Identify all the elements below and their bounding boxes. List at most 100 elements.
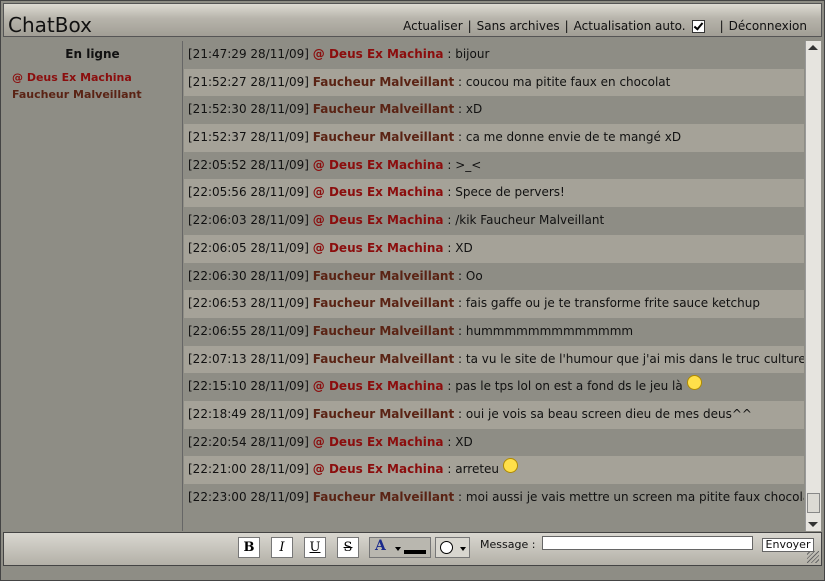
message-row: [22:07:13 28/11/09] Faucheur Malveillant… xyxy=(184,345,804,374)
message-text: ca me donne envie de te mangé xD xyxy=(465,130,682,145)
message-text: hummmmmmmmmmmmm xyxy=(465,323,634,338)
message-time: [21:52:30 28/11/09] xyxy=(188,102,309,117)
message-row: [22:06:05 28/11/09] @ Deus Ex Machina : … xyxy=(184,234,804,263)
message-separator: : xyxy=(458,268,463,283)
message-text: pas le tps lol on est a fond ds le jeu l… xyxy=(455,379,683,394)
refresh-link[interactable]: Actualiser xyxy=(403,19,463,33)
message-nick[interactable]: Faucheur Malveillant xyxy=(313,269,454,283)
message-row: [21:52:30 28/11/09] Faucheur Malveillant… xyxy=(184,96,804,125)
online-user[interactable]: @ Deus Ex Machina xyxy=(12,69,182,86)
message-separator: : xyxy=(447,157,452,172)
message-nick[interactable]: Faucheur Malveillant xyxy=(313,102,454,116)
message-nick[interactable]: Faucheur Malveillant xyxy=(313,352,454,366)
header-bar: ChatBox Actualiser | Sans archives | Act… xyxy=(3,3,822,37)
message-nick[interactable]: @ Deus Ex Machina xyxy=(313,435,444,449)
message-time: [22:18:49 28/11/09] xyxy=(188,406,309,421)
message-row: [22:06:03 28/11/09] @ Deus Ex Machina : … xyxy=(184,207,804,235)
message-row: [22:05:52 28/11/09] @ Deus Ex Machina : … xyxy=(184,151,804,180)
message-row: [21:47:29 28/11/09] @ Deus Ex Machina : … xyxy=(184,41,804,69)
message-nick[interactable]: @ Deus Ex Machina xyxy=(313,185,444,199)
send-button[interactable]: Envoyer xyxy=(762,538,814,552)
app-title: ChatBox xyxy=(8,13,92,37)
italic-button[interactable]: I xyxy=(271,537,293,558)
message-separator: : xyxy=(458,323,463,338)
message-separator: : xyxy=(458,351,463,366)
message-row: [22:23:00 28/11/09] Faucheur Malveillant… xyxy=(184,484,804,512)
nav-separator: | xyxy=(719,19,724,33)
chatbox-window: ChatBox Actualiser | Sans archives | Act… xyxy=(0,0,825,581)
message-time: [21:47:29 28/11/09] xyxy=(188,47,309,61)
message-nick[interactable]: @ Deus Ex Machina xyxy=(313,241,444,255)
chevron-down-icon xyxy=(460,547,466,551)
message-nick[interactable]: Faucheur Malveillant xyxy=(313,324,454,338)
message-text: arreteu xyxy=(455,462,500,477)
scroll-down-icon[interactable] xyxy=(808,522,818,527)
message-text: Oo xyxy=(465,268,483,283)
scroll-up-icon[interactable] xyxy=(808,45,818,50)
message-separator: : xyxy=(447,379,452,394)
message-row: [22:05:56 28/11/09] @ Deus Ex Machina : … xyxy=(184,179,804,208)
auto-refresh-checkbox[interactable] xyxy=(691,19,705,33)
resize-grip-icon[interactable] xyxy=(807,551,819,563)
message-nick[interactable]: Faucheur Malveillant xyxy=(313,75,454,89)
message-text: moi aussi je vais mettre un screen ma pi… xyxy=(465,490,804,504)
message-nick[interactable]: Faucheur Malveillant xyxy=(313,490,454,504)
message-scrollbar[interactable] xyxy=(805,41,821,531)
message-text: xD xyxy=(465,102,483,117)
message-time: [22:07:13 28/11/09] xyxy=(188,351,309,366)
message-time: [22:06:30 28/11/09] xyxy=(188,268,309,283)
message-separator: : xyxy=(458,490,463,504)
message-separator: : xyxy=(458,406,463,421)
online-users-panel: En ligne @ Deus Ex Machina Faucheur Malv… xyxy=(3,41,183,531)
text-color-button[interactable]: A xyxy=(369,537,431,558)
chevron-down-icon xyxy=(395,547,401,551)
message-row: [22:06:30 28/11/09] Faucheur Malveillant… xyxy=(184,262,804,291)
laugh-icon xyxy=(503,458,519,474)
message-separator: : xyxy=(458,102,463,117)
message-nick[interactable]: @ Deus Ex Machina xyxy=(313,462,444,476)
message-nick[interactable]: @ Deus Ex Machina xyxy=(313,47,444,61)
logout-link[interactable]: Déconnexion xyxy=(729,19,807,33)
message-time: [22:06:05 28/11/09] xyxy=(188,240,309,255)
message-nick[interactable]: Faucheur Malveillant xyxy=(313,130,454,144)
message-text: ta vu le site de l'humour que j'ai mis d… xyxy=(465,351,804,366)
message-nick[interactable]: Faucheur Malveillant xyxy=(313,407,454,421)
underline-button[interactable]: U xyxy=(304,537,326,558)
message-text: /kik Faucheur Malveillant xyxy=(455,213,605,228)
message-label: Message : xyxy=(480,538,536,551)
message-time: [22:05:56 28/11/09] xyxy=(188,185,309,200)
message-text: Spece de pervers! xyxy=(455,185,565,200)
message-time: [22:06:03 28/11/09] xyxy=(188,213,309,228)
message-separator: : xyxy=(447,213,452,228)
scroll-thumb[interactable] xyxy=(807,493,820,513)
auto-refresh-link[interactable]: Actualisation auto. xyxy=(574,19,686,33)
bold-button[interactable]: B xyxy=(238,537,260,558)
strikethrough-button[interactable]: S xyxy=(337,537,359,558)
message-separator: : xyxy=(458,74,463,89)
text-color-icon: A xyxy=(375,538,386,554)
nav-separator: | xyxy=(467,19,472,33)
message-nick[interactable]: @ Deus Ex Machina xyxy=(313,213,444,227)
message-nick[interactable]: Faucheur Malveillant xyxy=(313,296,454,310)
smile-icon xyxy=(686,375,702,391)
online-title: En ligne xyxy=(65,47,120,61)
compose-toolbar: B I U S A Message : Envoyer xyxy=(3,532,822,566)
message-input[interactable] xyxy=(542,536,753,550)
message-separator: : xyxy=(458,296,463,311)
message-time: [22:06:53 28/11/09] xyxy=(188,296,309,311)
message-text: XD xyxy=(455,240,473,255)
message-time: [21:52:27 28/11/09] xyxy=(188,74,309,89)
message-separator: : xyxy=(458,130,463,145)
message-time: [22:05:52 28/11/09] xyxy=(188,157,309,172)
message-row: [21:52:27 28/11/09] Faucheur Malveillant… xyxy=(184,68,804,97)
emoticon-button[interactable] xyxy=(435,537,470,558)
nav-separator: | xyxy=(564,19,569,33)
message-separator: : xyxy=(447,185,452,200)
message-time: [22:21:00 28/11/09] xyxy=(188,462,309,477)
message-nick[interactable]: @ Deus Ex Machina xyxy=(313,379,444,393)
message-nick[interactable]: @ Deus Ex Machina xyxy=(313,158,444,172)
online-user[interactable]: Faucheur Malveillant xyxy=(12,86,182,103)
no-archives-link[interactable]: Sans archives xyxy=(477,19,560,33)
message-time: [22:23:00 28/11/09] xyxy=(188,490,309,504)
message-time: [22:20:54 28/11/09] xyxy=(188,434,309,449)
